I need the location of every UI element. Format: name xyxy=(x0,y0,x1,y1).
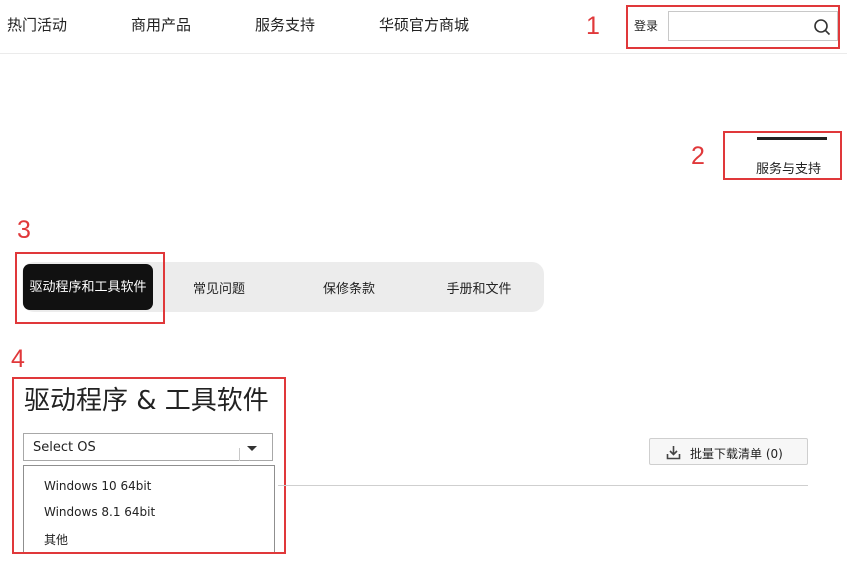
tab-warranty[interactable]: 保修条款 xyxy=(288,262,410,312)
annotation-number-2: 2 xyxy=(691,142,705,170)
nav-item-business-products[interactable]: 商用产品 xyxy=(131,14,191,35)
annotation-box-2 xyxy=(723,131,842,180)
annotation-box-4 xyxy=(12,377,286,554)
annotation-box-3 xyxy=(15,252,165,324)
annotation-number-3: 3 xyxy=(17,216,31,244)
nav-item-official-store[interactable]: 华硕官方商城 xyxy=(379,14,469,35)
section-divider xyxy=(278,485,808,486)
nav-item-hot-events[interactable]: 热门活动 xyxy=(7,14,67,35)
annotation-box-1 xyxy=(626,5,840,49)
tab-manuals[interactable]: 手册和文件 xyxy=(418,262,540,312)
batch-download-button[interactable]: 批量下载清单 (0) xyxy=(649,438,808,465)
batch-download-label: 批量下载清单 (0) xyxy=(690,447,783,461)
tab-faq[interactable]: 常见问题 xyxy=(158,262,280,312)
annotation-number-4: 4 xyxy=(11,345,25,373)
nav-item-service-support[interactable]: 服务支持 xyxy=(255,14,315,35)
download-icon xyxy=(666,446,681,460)
annotation-number-1: 1 xyxy=(586,12,600,40)
